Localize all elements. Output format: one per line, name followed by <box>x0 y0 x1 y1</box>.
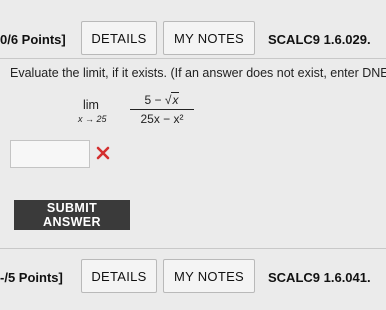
sqrt-symbol: √ <box>164 93 172 107</box>
denominator: 25x − x² <box>140 112 184 126</box>
details-button[interactable]: DETAILS <box>81 21 157 55</box>
answer-input[interactable] <box>10 140 90 168</box>
submit-answer-button[interactable]: SUBMIT ANSWER <box>14 200 130 230</box>
problem-code: SCALC9 1.6.029. <box>268 32 371 47</box>
section-divider <box>0 248 386 249</box>
header-divider <box>0 58 386 59</box>
my-notes-button[interactable]: MY NOTES <box>163 259 255 293</box>
limit-word: lim <box>83 98 99 112</box>
next-question-header: -/5 Points] DETAILS MY NOTES SCALC9 1.6.… <box>0 252 386 310</box>
numerator: 5 − √x <box>128 92 196 109</box>
incorrect-x-icon <box>96 146 110 160</box>
numerator-constant: 5 − <box>144 93 165 107</box>
fraction: 5 − √x 25x − x² <box>128 92 196 126</box>
my-notes-button[interactable]: MY NOTES <box>163 21 255 55</box>
problem-prompt: Evaluate the limit, if it exists. (If an… <box>10 66 386 80</box>
details-button[interactable]: DETAILS <box>81 259 157 293</box>
sqrt-radicand: x <box>171 92 180 107</box>
points-label: 0/6 Points] <box>0 32 66 47</box>
problem-code: SCALC9 1.6.041. <box>268 270 371 285</box>
points-label: -/5 Points] <box>0 270 63 285</box>
limit-expression: lim x → 25 5 − √x 25x − x² <box>78 92 198 132</box>
limit-subscript: x → 25 <box>78 114 107 124</box>
